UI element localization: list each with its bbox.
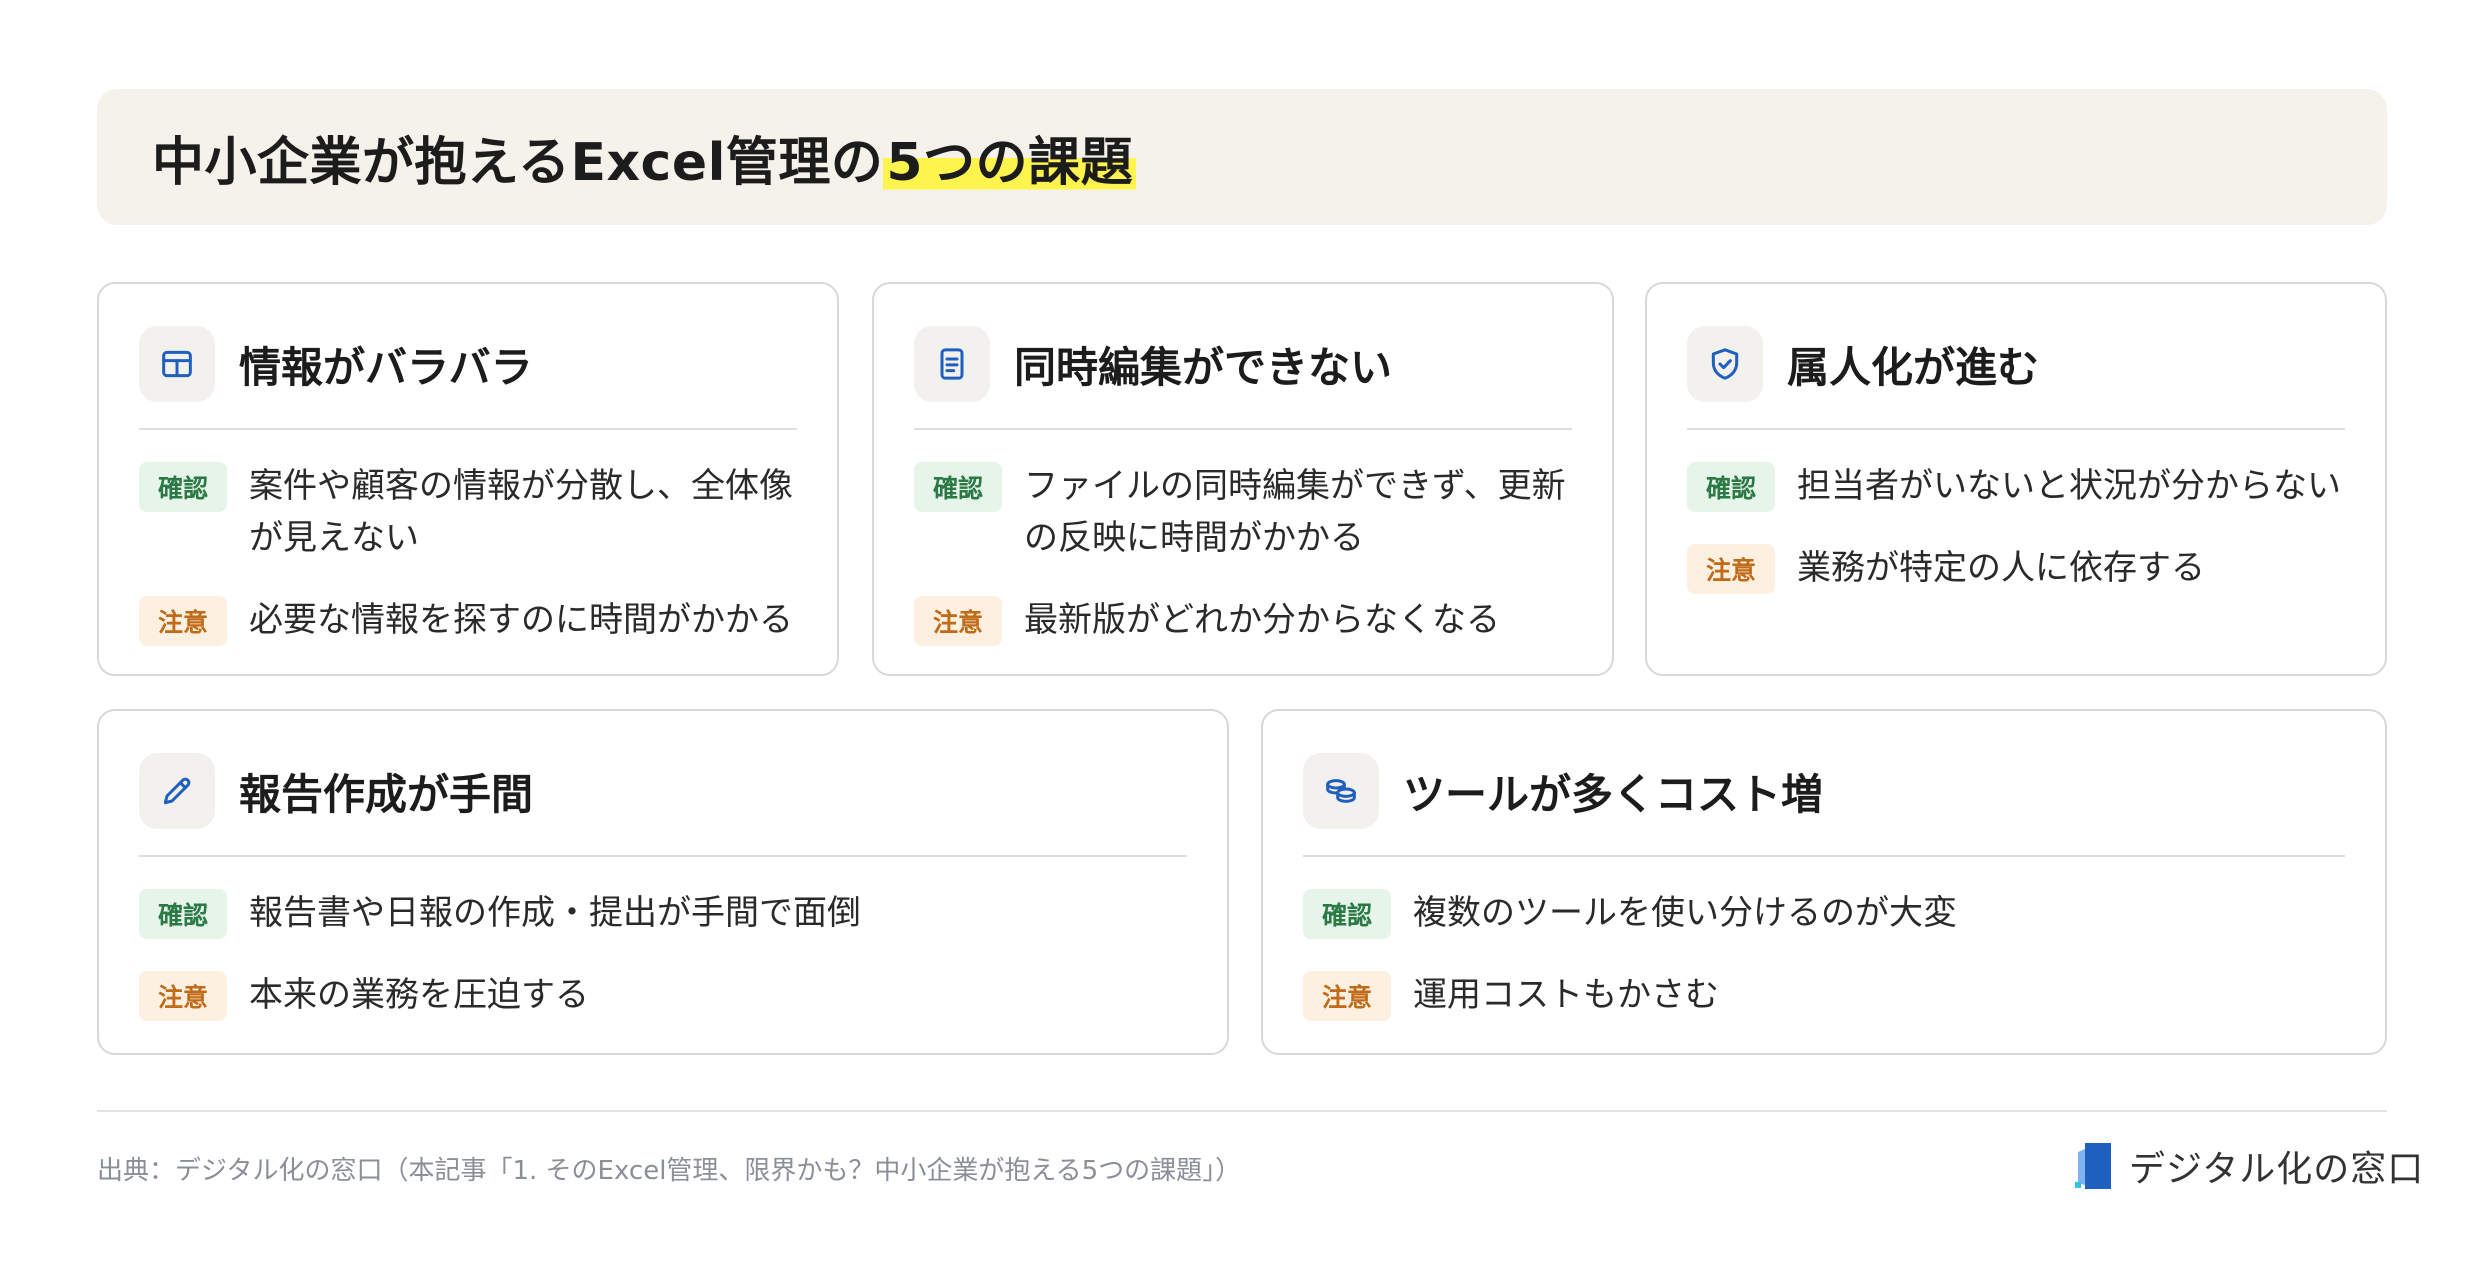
card-title: 情報がバラバラ [239,342,533,392]
confirm-row: 確認 ファイルの同時編集ができず、更新の反映に時間がかかる [914,460,1572,564]
caution-row: 注意 運用コストもかさむ [1303,969,2345,1021]
caution-text: 業務が特定の人に依存する [1797,548,2205,588]
caution-row: 注意 必要な情報を探すのに時間がかかる [139,594,797,646]
card-title: 同時編集ができない [1014,342,1393,392]
caution-row: 注意 業務が特定の人に依存する [1687,542,2345,594]
confirm-row: 確認 報告書や日報の作成・提出が手間で面倒 [139,887,1187,939]
card-title: 報告作成が手間 [239,769,534,819]
card-divider [1303,855,2345,857]
page-title: 中小企業が抱えるExcel管理の5つの課題 [152,120,1137,195]
caution-text: 運用コストもかさむ [1413,975,1719,1015]
coins-icon [1303,753,1379,829]
confirm-tag: 確認 [914,462,1002,512]
caution-row: 注意 本来の業務を圧迫する [139,969,1187,1021]
issue-card-personalization: 属人化が進む 確認 担当者がいないと状況が分からない 注意 業務が特定の人に依存… [1645,282,2387,676]
brand: デジタル化の窓口 [2075,1140,2424,1192]
card-title: ツールが多くコスト増 [1403,769,1824,819]
title-main: 中小企業が抱えるExcel管理の [152,132,884,193]
confirm-tag: 確認 [1303,889,1391,939]
caution-tag: 注意 [1687,544,1775,594]
confirm-tag: 確認 [1687,462,1775,512]
card-title: 属人化が進む [1787,342,2040,392]
issue-card-reporting: 報告作成が手間 確認 報告書や日報の作成・提出が手間で面倒 注意 本来の業務を圧… [97,709,1229,1055]
brand-logo-icon [2075,1143,2111,1189]
confirm-text: 複数のツールを使い分けるのが大変 [1413,893,1957,933]
confirm-text: 担当者がいないと状況が分からない [1797,466,2341,506]
title-banner: 中小企業が抱えるExcel管理の5つの課題 [97,89,2387,225]
issue-card-tool-cost: ツールが多くコスト増 確認 複数のツールを使い分けるのが大変 注意 運用コストも… [1261,709,2387,1055]
issue-card-scattered-info: 情報がバラバラ 確認 案件や顧客の情報が分散し、全体像が見えない 注意 必要な情… [97,282,839,676]
confirm-tag: 確認 [139,889,227,939]
caution-tag: 注意 [914,596,1002,646]
document-icon [914,326,990,402]
card-divider [914,428,1572,430]
table-icon [139,326,215,402]
caution-text: 必要な情報を探すのに時間がかかる [249,600,793,640]
confirm-row: 確認 複数のツールを使い分けるのが大変 [1303,887,2345,939]
footer-divider [97,1110,2387,1112]
caution-text: 最新版がどれか分からなくなる [1024,600,1500,640]
confirm-text: 報告書や日報の作成・提出が手間で面倒 [249,893,861,933]
brand-name: デジタル化の窓口 [2129,1149,2425,1190]
confirm-row: 確認 案件や顧客の情報が分散し、全体像が見えない [139,460,797,564]
card-divider [139,428,797,430]
caution-tag: 注意 [139,596,227,646]
source-citation: 出典：デジタル化の窓口（本記事「1. そのExcel管理、限界かも？中小企業が抱… [97,1156,1242,1186]
confirm-row: 確認 担当者がいないと状況が分からない [1687,460,2345,512]
confirm-tag: 確認 [139,462,227,512]
title-highlight: 5つの課題 [883,132,1137,193]
pencil-icon [139,753,215,829]
caution-text: 本来の業務を圧迫する [249,975,589,1015]
confirm-text: ファイルの同時編集ができず、更新の反映に時間がかかる [1024,466,1566,558]
caution-row: 注意 最新版がどれか分からなくなる [914,594,1572,646]
shield-check-icon [1687,326,1763,402]
card-divider [1687,428,2345,430]
confirm-text: 案件や顧客の情報が分散し、全体像が見えない [249,466,793,558]
issue-card-no-coediting: 同時編集ができない 確認 ファイルの同時編集ができず、更新の反映に時間がかかる … [872,282,1614,676]
caution-tag: 注意 [1303,971,1391,1021]
caution-tag: 注意 [139,971,227,1021]
card-divider [139,855,1187,857]
